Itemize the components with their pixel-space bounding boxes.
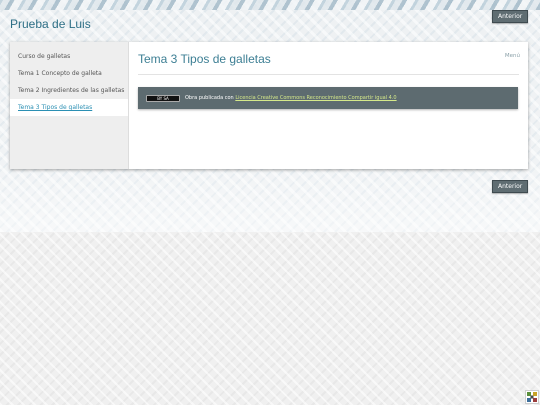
heading-divider — [138, 74, 519, 75]
cc-license-badge-icon[interactable]: BY SA — [146, 95, 180, 102]
site-title[interactable]: Prueba de Luis — [10, 17, 91, 31]
cc-badge-text: BY SA — [157, 96, 169, 101]
page-background — [0, 232, 540, 405]
sidebar-item-tema-1[interactable]: Tema 1 Concepto de galleta — [10, 65, 128, 82]
license-footer: BY SA Obra publicada con Licencia Creati… — [138, 87, 518, 109]
sidebar-item-tema-3[interactable]: Tema 3 Tipos de galletas — [10, 99, 128, 116]
sidebar-item-tema-2[interactable]: Tema 2 Ingredientes de las galletas — [10, 82, 128, 99]
license-link[interactable]: Licencia Creative Commons Reconocimiento… — [235, 95, 396, 101]
content-card: Curso de galletas Tema 1 Concepto de gal… — [10, 42, 528, 169]
page-title: Tema 3 Tipos de galletas — [138, 52, 271, 66]
sidebar-item-curso[interactable]: Curso de galletas — [10, 48, 128, 65]
license-text: Obra publicada con Licencia Creative Com… — [185, 95, 397, 101]
menu-link[interactable]: Menú — [505, 53, 520, 59]
main-content: Menú Tema 3 Tipos de galletas BY SA Obra… — [138, 42, 520, 169]
sidebar: Curso de galletas Tema 1 Concepto de gal… — [10, 42, 129, 169]
previous-button-top[interactable]: Anterior — [492, 10, 529, 23]
license-prefix: Obra publicada con — [185, 95, 236, 101]
sidebar-nav: Curso de galletas Tema 1 Concepto de gal… — [10, 42, 128, 116]
puzzle-icon[interactable] — [525, 390, 539, 404]
previous-button-bottom[interactable]: Anterior — [492, 180, 529, 193]
